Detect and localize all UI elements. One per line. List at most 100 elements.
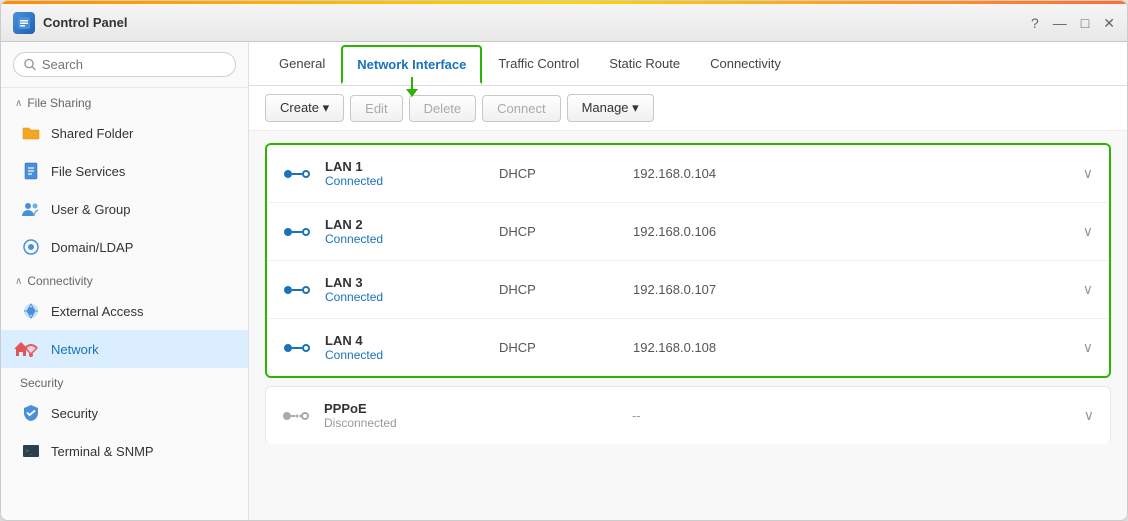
manage-button[interactable]: Manage ▾ [567,94,654,122]
search-input[interactable] [42,57,225,72]
lan2-type: DHCP [499,224,619,239]
connect-button[interactable]: Connect [482,95,560,122]
section-connectivity[interactable]: ∧ Connectivity [1,266,248,292]
pppoe-name: PPPoE [324,401,484,416]
security-icon [21,403,41,423]
lan4-expand-icon[interactable]: ∨ [1083,339,1093,356]
sidebar-item-label: File Services [51,164,125,179]
control-panel-window: Control Panel ? — □ ✕ ∧ [0,0,1128,521]
file-services-icon [21,161,41,181]
search-icon [24,58,36,71]
sidebar-item-label: Network [51,342,99,357]
maximize-button[interactable]: □ [1081,16,1089,30]
lan-connected-icon [283,339,311,357]
tab-bar: General Network Interface Traffic Contro… [249,42,1127,86]
sidebar-item-network[interactable]: Network [1,330,248,368]
terminal-icon: >_ [21,441,41,461]
tab-static-route[interactable]: Static Route [595,46,694,81]
table-row[interactable]: LAN 4 Connected DHCP 192.168.0.108 ∨ [267,319,1109,376]
sidebar-item-label: Security [51,406,98,421]
lan3-type: DHCP [499,282,619,297]
pppoe-status: Disconnected [324,416,484,430]
app-title: Control Panel [43,15,1031,30]
window-controls: ? — □ ✕ [1031,16,1115,30]
sidebar: ∧ File Sharing Shared Folder [1,42,249,520]
search-box[interactable] [13,52,236,77]
network-list: LAN 1 Connected DHCP 192.168.0.104 ∨ [249,131,1127,520]
lan4-name-group: LAN 4 Connected [325,333,485,362]
toolbar: Create ▾ Edit Delete Connect Manage ▾ [249,86,1127,131]
sidebar-item-domain-ldap[interactable]: Domain/LDAP [1,228,248,266]
lan1-name-group: LAN 1 Connected [325,159,485,188]
close-button[interactable]: ✕ [1103,16,1115,30]
table-row[interactable]: LAN 3 Connected DHCP 192.168.0.107 ∨ [267,261,1109,319]
lan2-name: LAN 2 [325,217,485,232]
arrow-head [406,89,418,97]
lan2-name-group: LAN 2 Connected [325,217,485,246]
titlebar: Control Panel ? — □ ✕ [1,4,1127,42]
section-security[interactable]: Security [1,368,248,394]
table-row[interactable]: LAN 1 Connected DHCP 192.168.0.104 ∨ [267,145,1109,203]
sidebar-search-container [1,42,248,88]
minimize-button[interactable]: — [1053,16,1067,30]
app-icon [13,12,35,34]
lan4-type: DHCP [499,340,619,355]
external-access-icon [21,301,41,321]
sidebar-item-label: Domain/LDAP [51,240,133,255]
lan2-ip: 192.168.0.106 [633,224,1069,239]
lan4-status[interactable]: Connected [325,348,485,362]
lan1-ip: 192.168.0.104 [633,166,1069,181]
lan4-ip: 192.168.0.108 [633,340,1069,355]
sidebar-item-label: User & Group [51,202,130,217]
table-row[interactable]: LAN 2 Connected DHCP 192.168.0.106 ∨ [267,203,1109,261]
sidebar-item-label: Terminal & SNMP [51,444,154,459]
section-label: Security [20,376,63,390]
table-row[interactable]: PPPoE Disconnected -- ∨ [265,386,1111,444]
section-file-sharing[interactable]: ∧ File Sharing [1,88,248,114]
lan3-ip: 192.168.0.107 [633,282,1069,297]
content-area: General Network Interface Traffic Contro… [249,42,1127,520]
pppoe-name-group: PPPoE Disconnected [324,401,484,430]
folder-icon [21,123,41,143]
sidebar-item-security[interactable]: Security [1,394,248,432]
tab-wrapper-network-interface: Network Interface [341,44,482,83]
users-icon [21,199,41,219]
tab-connectivity[interactable]: Connectivity [696,46,795,81]
lan3-expand-icon[interactable]: ∨ [1083,281,1093,298]
lan3-status[interactable]: Connected [325,290,485,304]
section-chevron: ∧ [15,98,22,109]
sidebar-item-external-access[interactable]: External Access [1,292,248,330]
pppoe-icon [282,407,310,425]
delete-button[interactable]: Delete [409,95,477,122]
lan2-status[interactable]: Connected [325,232,485,246]
section-label: File Sharing [27,96,91,110]
lan1-status[interactable]: Connected [325,174,485,188]
network-icon [21,339,41,359]
arrow-annotation [406,77,418,97]
lan3-name-group: LAN 3 Connected [325,275,485,304]
lan-connected-icon [283,281,311,299]
domain-icon [21,237,41,257]
lan1-type: DHCP [499,166,619,181]
sidebar-item-label: Shared Folder [51,126,133,141]
lan-connected-icon [283,223,311,241]
tab-traffic-control[interactable]: Traffic Control [484,46,593,81]
lan-connected-icon [283,165,311,183]
sidebar-item-file-services[interactable]: File Services [1,152,248,190]
create-button[interactable]: Create ▾ [265,94,344,122]
section-label: Connectivity [27,274,92,288]
lan4-name: LAN 4 [325,333,485,348]
lan3-name: LAN 3 [325,275,485,290]
lan1-name: LAN 1 [325,159,485,174]
lan2-expand-icon[interactable]: ∨ [1083,223,1093,240]
sidebar-item-terminal[interactable]: >_ Terminal & SNMP [1,432,248,470]
highlighted-lan-group: LAN 1 Connected DHCP 192.168.0.104 ∨ [265,143,1111,378]
lan1-expand-icon[interactable]: ∨ [1083,165,1093,182]
sidebar-item-user-group[interactable]: User & Group [1,190,248,228]
edit-button[interactable]: Edit [350,95,402,122]
pppoe-expand-icon[interactable]: ∨ [1084,407,1094,424]
sidebar-item-shared-folder[interactable]: Shared Folder [1,114,248,152]
tab-general[interactable]: General [265,46,339,81]
main-layout: ∧ File Sharing Shared Folder [1,42,1127,520]
help-button[interactable]: ? [1031,16,1039,30]
